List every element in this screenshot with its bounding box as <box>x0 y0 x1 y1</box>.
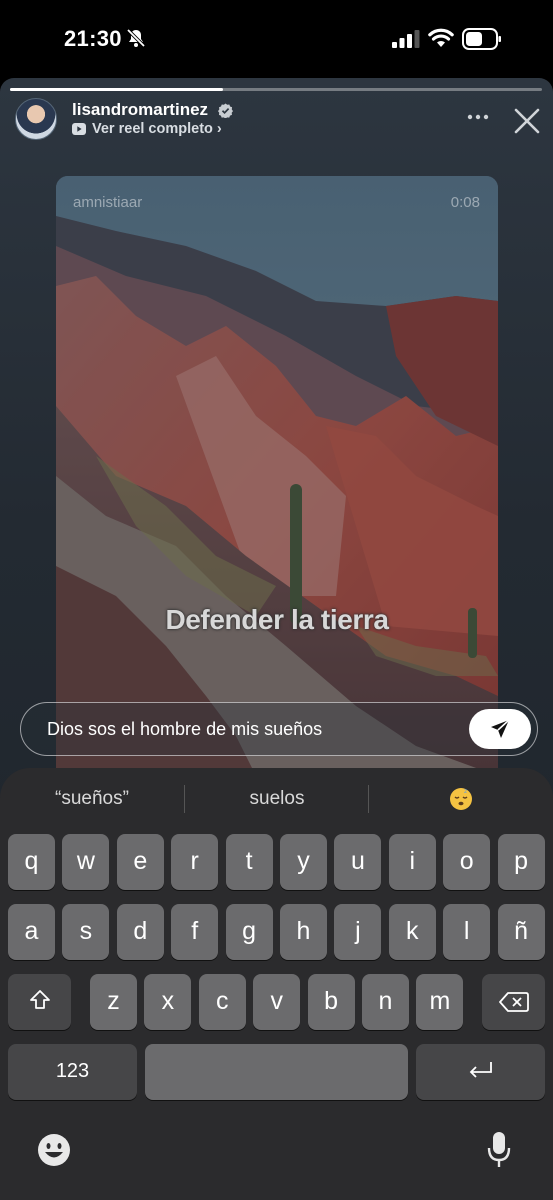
key-w[interactable]: w <box>62 834 110 890</box>
autocomplete-bar: “sueños” suelos z 😴 <box>0 782 553 816</box>
key-l[interactable]: l <box>443 904 491 960</box>
status-bar: 21:30 <box>0 0 553 78</box>
return-key[interactable] <box>416 1044 545 1100</box>
key-f[interactable]: f <box>171 904 219 960</box>
suggestion-item[interactable]: “sueños” <box>0 782 184 816</box>
see-full-reel-label: Ver reel completo › <box>92 121 222 137</box>
key-c[interactable]: c <box>198 974 246 1030</box>
key-d[interactable]: d <box>116 904 164 960</box>
key-u[interactable]: u <box>334 834 382 890</box>
avatar[interactable] <box>15 98 57 140</box>
key-m[interactable]: m <box>416 974 464 1030</box>
reel-author: amnistiaar <box>73 194 143 211</box>
key-t[interactable]: t <box>225 834 273 890</box>
key-e[interactable]: e <box>116 834 164 890</box>
key-ñ[interactable]: ñ <box>497 904 545 960</box>
key-r[interactable]: r <box>171 834 219 890</box>
signal-icon <box>392 30 420 48</box>
sleeping-face-emoji-icon: z <box>450 787 472 810</box>
key-p[interactable]: p <box>497 834 545 890</box>
shift-icon <box>29 990 50 1009</box>
key-b[interactable]: b <box>307 974 355 1030</box>
key-v[interactable]: v <box>253 974 301 1030</box>
key-j[interactable]: j <box>334 904 382 960</box>
verified-badge-icon <box>218 103 233 118</box>
key-x[interactable]: x <box>144 974 192 1030</box>
space-key[interactable] <box>145 1044 408 1100</box>
key-z[interactable]: z <box>90 974 137 1030</box>
see-full-reel-link[interactable]: Ver reel completo › <box>72 121 222 137</box>
status-time: 21:30 <box>64 26 122 51</box>
bell-slash-icon <box>126 28 146 48</box>
story-progress-fill <box>10 88 223 91</box>
reel-play-icon <box>72 123 86 135</box>
wifi-icon <box>428 28 454 47</box>
reel-caption: Defender la tierra <box>165 604 389 635</box>
key-g[interactable]: g <box>225 904 273 960</box>
key-k[interactable]: k <box>388 904 436 960</box>
key-s[interactable]: s <box>62 904 110 960</box>
delete-key[interactable] <box>482 974 545 1030</box>
reply-message-text[interactable]: Dios sos el hombre de mis sueños <box>47 719 322 740</box>
more-icon[interactable] <box>466 110 490 124</box>
backspace-icon <box>498 992 529 1012</box>
suggestion-item[interactable]: suelos <box>185 782 369 816</box>
battery-icon <box>462 28 501 50</box>
story-progress-bar <box>10 88 542 91</box>
emoji-icon[interactable] <box>36 1132 72 1168</box>
key-o[interactable]: o <box>443 834 491 890</box>
key-n[interactable]: n <box>362 974 409 1030</box>
send-button[interactable] <box>469 709 531 749</box>
reply-message-field[interactable]: Dios sos el hombre de mis sueños <box>20 702 538 756</box>
story-username[interactable]: lisandromartinez <box>72 100 208 120</box>
key-q[interactable]: q <box>8 834 55 890</box>
key-h[interactable]: h <box>280 904 327 960</box>
key-y[interactable]: y <box>280 834 327 890</box>
keyboard: “sueños” suelos z 😴 qwertyuiop asdfghjkl… <box>0 768 553 1200</box>
microphone-icon[interactable] <box>486 1130 512 1170</box>
reel-duration: 0:08 <box>450 194 480 211</box>
shift-key[interactable] <box>8 974 71 1030</box>
return-icon <box>469 1062 492 1078</box>
key-a[interactable]: a <box>8 904 55 960</box>
close-icon[interactable] <box>513 107 541 135</box>
numbers-key[interactable]: 123 <box>8 1044 137 1100</box>
svg-text:z: z <box>464 788 467 795</box>
key-i[interactable]: i <box>388 834 436 890</box>
suggestion-emoji[interactable]: z 😴 <box>369 782 553 816</box>
send-icon <box>491 719 510 738</box>
